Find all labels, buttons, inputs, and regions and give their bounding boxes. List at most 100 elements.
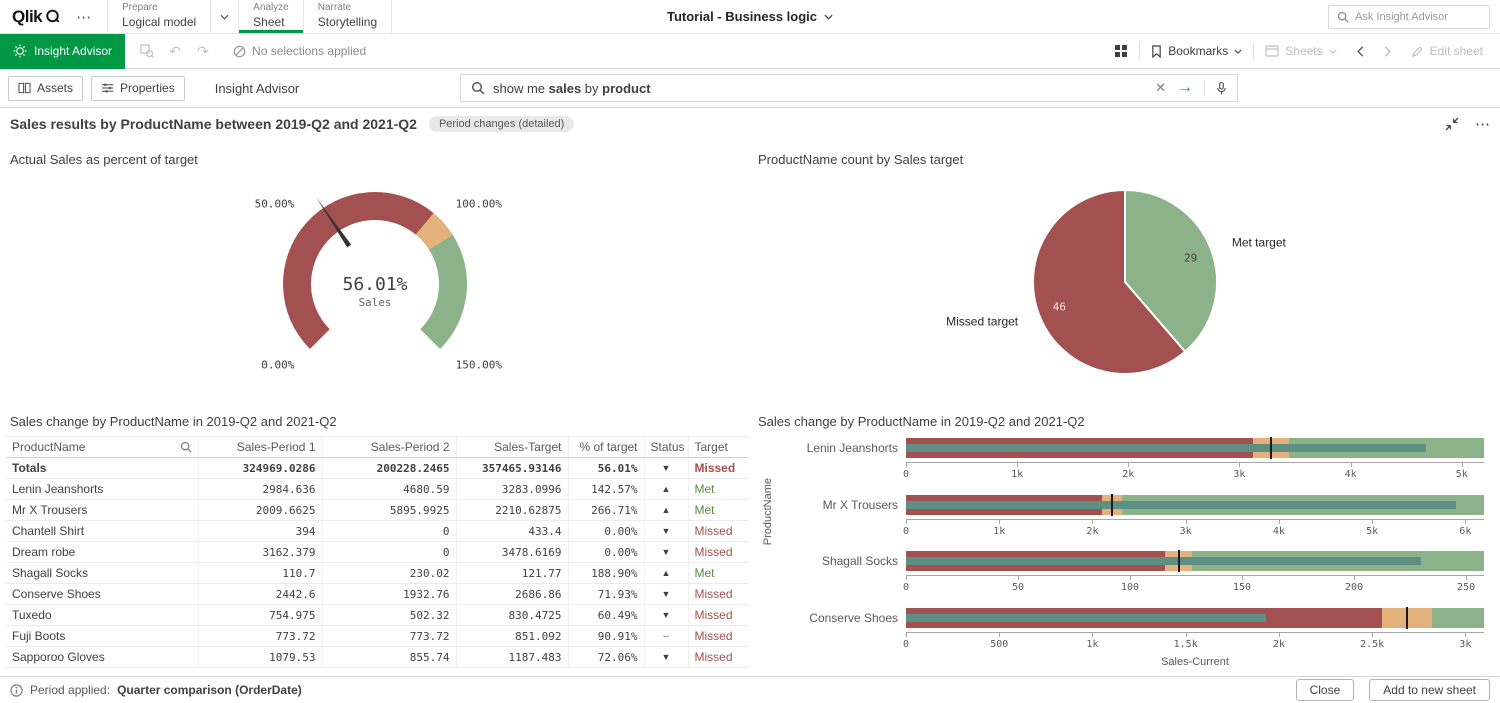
properties-panel-button[interactable]: Properties [91, 76, 185, 101]
cell: 773.72 [198, 626, 322, 647]
table-row[interactable]: Shagall Socks110.7230.02121.77188.90%▲Me… [6, 563, 748, 584]
nav-prepare[interactable]: Prepare Logical model [107, 0, 210, 33]
cell: Conserve Shoes [6, 584, 198, 605]
bullet-bar[interactable] [906, 495, 1484, 515]
insight-advisor-button[interactable]: Insight Advisor [0, 34, 125, 69]
bookmarks-label: Bookmarks [1168, 44, 1228, 58]
column-header[interactable]: Sales-Period 1 [198, 437, 322, 458]
target-marker [1270, 437, 1272, 459]
period-changes-badge[interactable]: Period changes (detailed) [429, 116, 574, 132]
cell: 394 [198, 521, 322, 542]
nav-narrate[interactable]: Narrate Storytelling [303, 0, 392, 33]
status-trend-icon: ▼ [644, 458, 688, 479]
table-row[interactable]: Conserve Shoes2442.61932.762686.8671.93%… [6, 584, 748, 605]
totals-row[interactable]: Totals324969.0286200228.2465357465.93146… [6, 458, 748, 479]
column-header[interactable]: Status [644, 437, 688, 458]
table-row[interactable]: Lenin Jeanshorts2984.6364680.593283.0996… [6, 479, 748, 500]
app-title-menu[interactable]: Tutorial - Business logic [667, 0, 833, 33]
ask-insight-advisor-input[interactable]: Ask Insight Advisor [1328, 5, 1490, 29]
bullet-bar[interactable] [906, 551, 1484, 571]
axis-tick-label: 4k [1345, 469, 1357, 480]
cell: Missed [688, 521, 748, 542]
table-row[interactable]: Dream robe3162.37903478.61690.00%▼Missed [6, 542, 748, 563]
cell: Dream robe [6, 542, 198, 563]
cell: 2442.6 [198, 584, 322, 605]
column-header[interactable]: % of target [568, 437, 644, 458]
straight-table: ProductNameSales-Period 1Sales-Period 2S… [6, 436, 748, 668]
pie-chart[interactable]: 29Met target46Missed target [750, 172, 1500, 412]
cell: Totals [6, 458, 198, 479]
insight-advisor-icon [13, 44, 27, 58]
cell: 855.74 [322, 647, 456, 668]
gauge-tick-label: 100.00% [456, 197, 503, 210]
axis-tick-label: 3k [1459, 639, 1471, 650]
add-to-new-sheet-button[interactable]: Add to new sheet [1369, 679, 1490, 701]
app-objects-button[interactable] [1105, 44, 1137, 58]
search-query[interactable]: show me sales by product [493, 81, 1147, 96]
target-marker [1406, 607, 1408, 629]
cell: 266.71% [568, 500, 644, 521]
insight-search-box[interactable]: show me sales by product ✕ → [460, 74, 1238, 102]
divider [1139, 42, 1140, 60]
column-header[interactable]: ProductName [6, 437, 198, 458]
cell: 1187.483 [456, 647, 568, 668]
cell: 71.93% [568, 584, 644, 605]
column-header[interactable]: Sales-Period 2 [322, 437, 456, 458]
gauge-tick-label: 0.00% [261, 359, 294, 372]
table-row[interactable]: Tuxedo754.975502.32830.472560.49%▼Missed [6, 605, 748, 626]
cell: Lenin Jeanshorts [6, 479, 198, 500]
cell: 0.00% [568, 521, 644, 542]
nav-narrate-section: Narrate [318, 2, 377, 15]
gauge-chart[interactable]: 0.00%50.00%100.00%150.00%56.01%Sales [0, 172, 750, 412]
column-header[interactable]: Target [688, 437, 748, 458]
column-search-icon[interactable] [180, 441, 192, 453]
cell: 2984.636 [198, 479, 322, 500]
next-sheet-button[interactable] [1375, 46, 1400, 57]
top-bar: Qlik ⋯ Prepare Logical model Analyze She… [0, 0, 1500, 34]
prepare-dropdown-chevron[interactable] [210, 0, 238, 33]
footer-bar: Period applied: Quarter comparison (Orde… [0, 676, 1500, 703]
axis-tick-label: 0 [903, 639, 909, 650]
gauge-tick-label: 50.00% [255, 197, 295, 210]
mode-nav: Prepare Logical model Analyze Sheet Narr… [107, 0, 392, 33]
bullet-bar[interactable] [906, 438, 1484, 458]
step-back-icon[interactable]: ↶ [161, 43, 189, 60]
table-row[interactable]: Sapporoo Gloves1079.53855.741187.48372.0… [6, 647, 748, 668]
column-header[interactable]: Sales-Target [456, 437, 568, 458]
results-header-actions: ⋯ [1445, 115, 1490, 133]
step-forward-icon[interactable]: ↷ [189, 43, 217, 60]
collapse-icon[interactable] [1445, 117, 1459, 131]
close-button[interactable]: Close [1296, 679, 1355, 701]
bookmarks-button[interactable]: Bookmarks [1142, 44, 1251, 58]
column-header-label: ProductName [12, 440, 85, 454]
clear-query-icon[interactable]: ✕ [1155, 80, 1166, 96]
bullet-bar[interactable] [906, 608, 1484, 628]
selections-tool-icon[interactable] [133, 44, 161, 58]
global-menu-button[interactable]: ⋯ [66, 0, 101, 33]
table-title: Sales change by ProductName in 2019-Q2 a… [10, 414, 337, 429]
qlik-logo-text: Qlik [12, 7, 42, 27]
info-icon [10, 684, 23, 697]
sheets-button[interactable]: Sheets [1256, 44, 1345, 58]
results-overflow-menu[interactable]: ⋯ [1475, 115, 1490, 133]
bullet-chart[interactable]: ProductName Sales-Current Lenin Jeanshor… [750, 430, 1500, 676]
table-row[interactable]: Mr X Trousers2009.66255895.99252210.6287… [6, 500, 748, 521]
cell: 142.57% [568, 479, 644, 500]
table-row[interactable]: Chantell Shirt3940433.40.00%▼Missed [6, 521, 748, 542]
nav-analyze[interactable]: Analyze Sheet [238, 0, 303, 33]
previous-sheet-button[interactable] [1348, 46, 1373, 57]
axis-tick-label: 4k [1273, 526, 1285, 537]
microphone-icon[interactable] [1216, 81, 1227, 96]
assets-panel-button[interactable]: Assets [8, 76, 83, 101]
qlik-logo[interactable]: Qlik [0, 0, 66, 33]
axis-tick-label: 0 [903, 526, 909, 537]
table-row[interactable]: Fuji Boots773.72773.72851.09290.91%--Mis… [6, 626, 748, 647]
cell: Missed [688, 626, 748, 647]
axis-tick-label: 2.5k [1360, 639, 1384, 650]
results-table[interactable]: ProductNameSales-Period 1Sales-Period 2S… [6, 436, 750, 676]
submit-query-icon[interactable]: → [1177, 80, 1193, 96]
bullet-x-axis-label: Sales-Current [906, 656, 1484, 668]
axis-tick-label: 250 [1457, 582, 1475, 593]
edit-sheet-button[interactable]: Edit sheet [1402, 44, 1492, 58]
panel-title: Insight Advisor [215, 81, 300, 96]
